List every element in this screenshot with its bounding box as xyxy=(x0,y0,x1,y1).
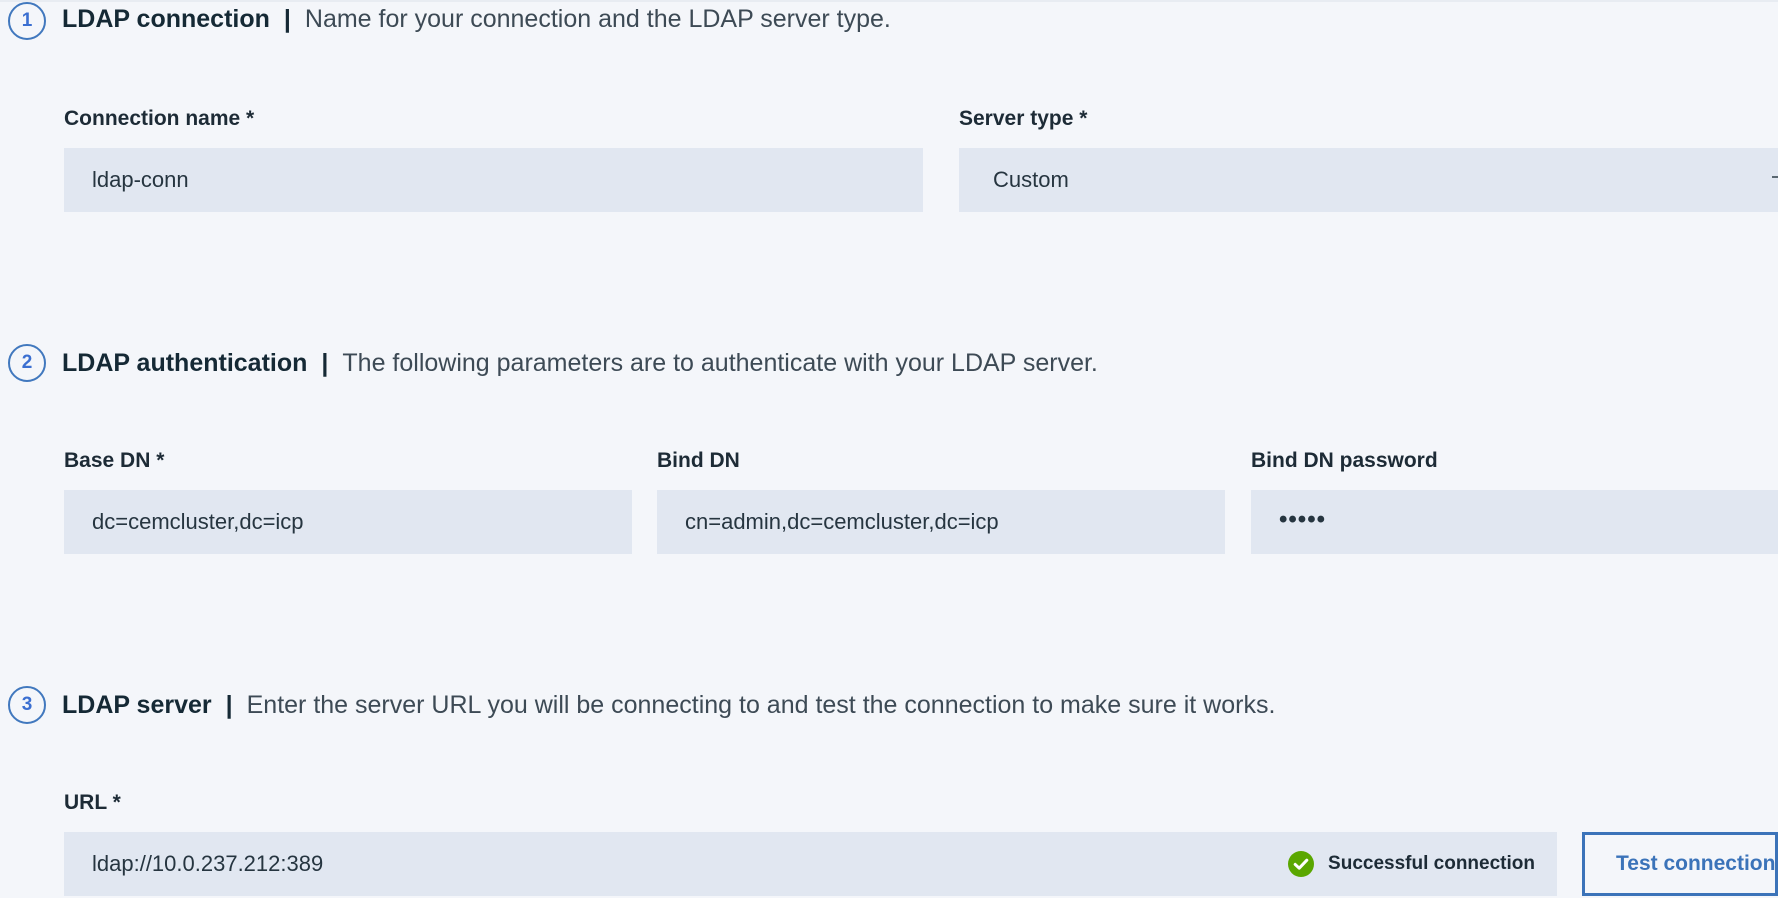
base-dn-input[interactable]: dc=cemcluster,dc=icp xyxy=(64,490,632,554)
chevron-down-icon xyxy=(1772,176,1778,178)
section-separator: | xyxy=(283,4,291,33)
section-heading: LDAP server | Enter the server URL you w… xyxy=(62,686,1275,724)
bind-dn-label: Bind DN xyxy=(657,449,740,472)
section-description: Enter the server URL you will be connect… xyxy=(246,690,1276,719)
step-number-badge: 2 xyxy=(8,344,46,382)
connection-name-label: Connection name * xyxy=(64,107,255,130)
server-type-label: Server type * xyxy=(959,107,1088,130)
section-title: LDAP server xyxy=(62,690,212,719)
url-input[interactable]: ldap://10.0.237.212:389 Successful conne… xyxy=(64,832,1557,896)
server-type-value: Custom xyxy=(993,167,1069,192)
bind-dn-password-input[interactable]: ••••• xyxy=(1251,490,1778,554)
url-value: ldap://10.0.237.212:389 xyxy=(92,851,324,876)
step-number: 3 xyxy=(21,694,33,715)
section-heading: LDAP connection | Name for your connecti… xyxy=(62,0,891,38)
test-connection-label: Test connection xyxy=(1616,852,1776,875)
step-number-badge: 1 xyxy=(8,2,46,40)
section-title: LDAP authentication xyxy=(62,348,308,377)
section-title: LDAP connection xyxy=(62,4,270,33)
connection-name-input[interactable]: ldap-conn xyxy=(64,148,923,212)
section-separator: | xyxy=(225,690,233,719)
connection-name-value: ldap-conn xyxy=(92,167,189,192)
base-dn-value: dc=cemcluster,dc=icp xyxy=(92,509,304,534)
bind-dn-value: cn=admin,dc=cemcluster,dc=icp xyxy=(685,509,999,534)
step-number-badge: 3 xyxy=(8,686,46,724)
step-number: 1 xyxy=(21,10,33,31)
base-dn-label: Base DN * xyxy=(64,449,165,472)
bind-dn-input[interactable]: cn=admin,dc=cemcluster,dc=icp xyxy=(657,490,1225,554)
section-heading: LDAP authentication | The following para… xyxy=(62,344,1098,382)
connection-status-text: Successful connection xyxy=(1328,853,1535,874)
section-description: The following parameters are to authenti… xyxy=(342,348,1098,377)
url-label: URL * xyxy=(64,791,121,814)
connection-status: Successful connection xyxy=(1288,832,1535,896)
step-number: 2 xyxy=(21,352,33,373)
bind-dn-password-label: Bind DN password xyxy=(1251,449,1438,472)
section-description: Name for your connection and the LDAP se… xyxy=(304,4,891,33)
server-type-select[interactable]: Custom xyxy=(959,148,1778,212)
checkmark-circle-icon xyxy=(1288,851,1315,877)
section-separator: | xyxy=(321,348,329,377)
bind-dn-password-value: ••••• xyxy=(1279,506,1327,533)
test-connection-button[interactable]: Test connection xyxy=(1582,832,1778,896)
